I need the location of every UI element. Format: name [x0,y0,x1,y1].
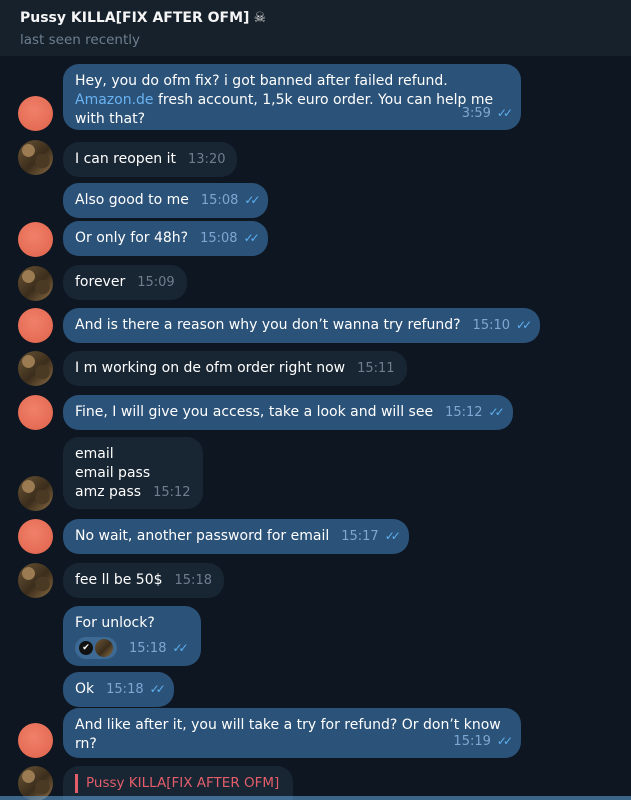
message-link[interactable]: Amazon.de [75,92,154,108]
message-bubble[interactable]: Also good to me 15:08 ✓✓ [63,183,269,218]
message-text: For unlock? [75,615,155,631]
message-bubble[interactable]: Fine, I will give you access, take a loo… [63,395,513,430]
double-check-icon: ✓✓ [149,682,166,696]
message-bubble[interactable]: No wait, another password for email 15:17… [63,519,409,554]
message-line: email [75,446,114,462]
avatar[interactable] [18,266,53,301]
message-bubble[interactable]: forever 15:09 [63,265,187,300]
reaction-avatar [95,639,113,657]
message-bubble[interactable]: I m working on de ofm order right now 15:… [63,351,407,386]
message-text: forever [75,274,126,290]
double-check-icon: ✓✓ [384,529,401,543]
message-bubble[interactable]: I can reopen it 13:20 [63,142,238,177]
message-text: And is there a reason why you don’t wann… [75,317,461,333]
message-time: 15:09 [137,275,175,290]
message-time: 15:08 ✓✓ [200,193,261,208]
message-bubble[interactable]: And is there a reason why you don’t wann… [63,308,541,343]
message-time: 15:10 ✓✓ [472,318,533,333]
message-bubble[interactable]: Ok 15:18 ✓✓ [63,672,174,707]
double-check-icon: ✓✓ [496,734,513,748]
reaction-chip[interactable]: ✔ [75,637,117,659]
message-time: 15:12 ✓✓ [445,405,505,420]
message-line: amz pass [75,484,142,500]
chat-header[interactable]: Pussy KILLA[FIX AFTER OFM] ☠ last seen r… [0,0,631,56]
message-list[interactable]: Hey, you do ofm fix? i got banned after … [0,56,631,800]
message-text: Fine, I will give you access, take a loo… [75,404,434,420]
message-bubble[interactable]: For unlock? ✔ 15:18 ✓✓ [63,606,201,666]
message-text: fee ll be 50$ [75,572,163,588]
message-text: I can reopen it [75,151,177,167]
avatar[interactable] [18,563,53,598]
avatar[interactable] [18,140,53,175]
avatar[interactable] [18,395,53,430]
message-time: 15:18 ✓✓ [129,640,189,656]
message-text: Ok [75,681,95,697]
message-text: Or only for 48h? [75,230,189,246]
message-bubble[interactable]: email email pass amz pass 15:12 [63,437,203,509]
reply-quote[interactable]: Pussy KILLA[FIX AFTER OFM] [75,774,281,793]
window-bottom-edge [0,796,631,800]
message-text: Hey, you do ofm fix? i got banned after … [75,73,448,89]
message-text: Also good to me [75,192,189,208]
avatar[interactable] [18,476,53,511]
message-bubble[interactable]: Pussy KILLA[FIX AFTER OFM] [63,766,293,800]
double-check-icon: ✓✓ [172,640,188,655]
skull-icon: ☠ [253,10,266,26]
avatar[interactable] [18,519,53,554]
message-text: I m working on de ofm order right now [75,360,346,376]
message-time: 15:18 [174,573,212,588]
message-time: 15:18 ✓✓ [106,682,166,697]
avatar[interactable] [18,723,53,758]
double-check-icon: ✓✓ [243,231,260,245]
message-time: 15:17 ✓✓ [341,529,401,544]
message-time: 15:11 [357,361,395,376]
double-check-icon: ✓✓ [244,193,260,207]
double-check-icon: ✓✓ [496,106,513,120]
message-line: email pass [75,465,151,481]
message-time: 13:20 [188,152,226,167]
message-text: No wait, another password for email [75,528,330,544]
avatar[interactable] [18,222,53,257]
message-bubble[interactable]: Or only for 48h? 15:08 ✓✓ [63,221,268,256]
message-bubble[interactable]: fee ll be 50$ 15:18 [63,563,224,598]
message-bubble[interactable]: And like after it, you will take a try f… [63,708,521,758]
double-check-icon: ✓✓ [516,318,532,332]
avatar[interactable] [18,766,53,800]
chat-title: Pussy KILLA[FIX AFTER OFM] [20,10,250,26]
double-check-icon: ✓✓ [488,405,505,419]
avatar[interactable] [18,308,53,343]
avatar[interactable] [18,96,53,131]
message-time: 15:19 ✓✓ [453,734,513,749]
message-bubble[interactable]: Hey, you do ofm fix? i got banned after … [63,64,521,130]
message-text: And like after it, you will take a try f… [75,717,501,752]
chat-title-row: Pussy KILLA[FIX AFTER OFM] ☠ [20,8,611,28]
message-time: 15:08 ✓✓ [200,231,260,246]
message-time: 3:59 ✓✓ [461,106,513,121]
avatar[interactable] [18,351,53,386]
chat-status: last seen recently [20,32,141,48]
message-time: 15:12 [153,485,191,500]
check-badge-icon: ✔ [79,641,93,655]
